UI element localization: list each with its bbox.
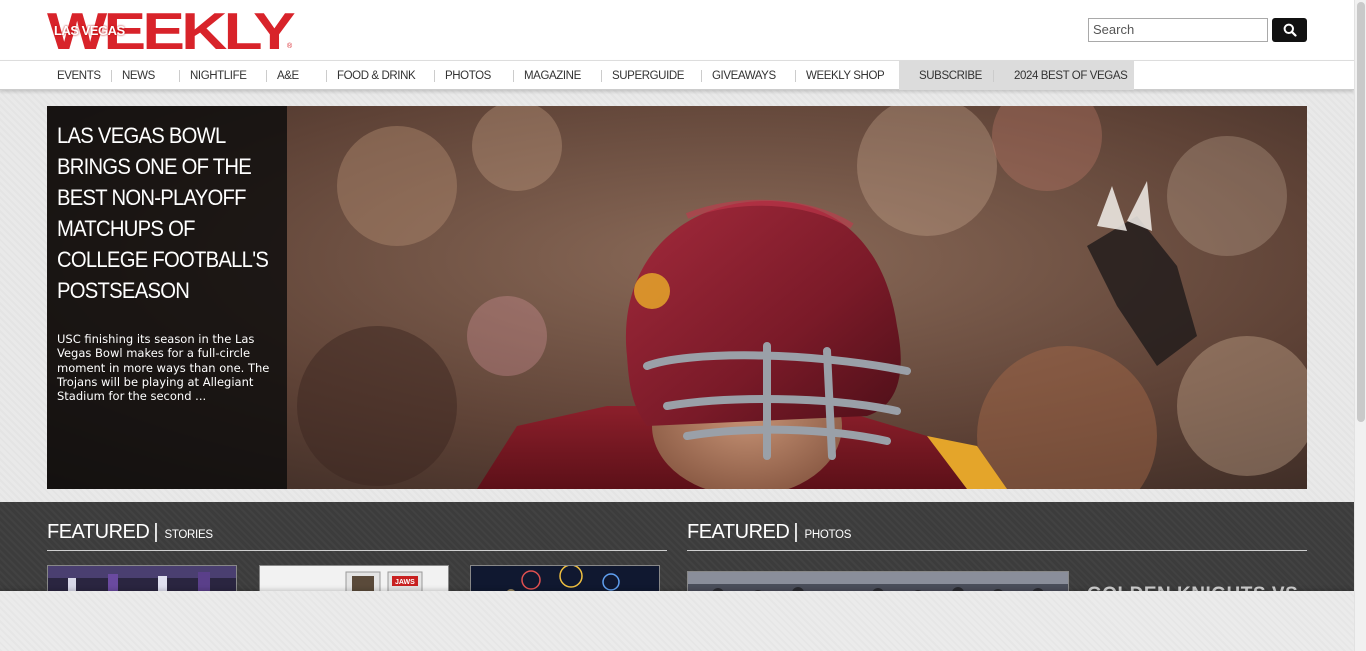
header-divider: | — [153, 521, 159, 543]
hero-feature[interactable]: LAS VEGAS BOWL BRINGS ONE OF THE BEST NO… — [47, 106, 1307, 489]
nav-item-food-drink[interactable]: FOOD & DRINK — [327, 61, 435, 90]
featured-stories-subtitle[interactable]: STORIES — [165, 529, 213, 541]
hero-headline[interactable]: LAS VEGAS BOWL BRINGS ONE OF THE BEST NO… — [57, 120, 269, 306]
nav-item-magazine[interactable]: MAGAZINE — [514, 61, 602, 90]
nav-item-weekly-shop[interactable]: WEEKLY SHOP — [796, 61, 899, 90]
site-logo[interactable]: WEEKLY ® LAS VEGAS — [47, 9, 297, 51]
hero-text-panel: LAS VEGAS BOWL BRINGS ONE OF THE BEST NO… — [47, 106, 287, 489]
nav-item-best-of-vegas[interactable]: 2024 BEST OF VEGAS — [994, 61, 1134, 90]
bottom-ad-bar — [0, 591, 1354, 651]
search-icon — [1283, 23, 1297, 37]
featured-photos-header: FEATURED | PHOTOS — [687, 521, 1307, 551]
nav-item-subscribe[interactable]: SUBSCRIBE — [899, 61, 994, 90]
featured-photos-title: FEATURED — [687, 521, 790, 543]
featured-stories-title: FEATURED — [47, 521, 150, 543]
header-divider: | — [793, 521, 799, 543]
featured-photos-subtitle[interactable]: PHOTOS — [805, 529, 852, 541]
featured-stories-header: FEATURED | STORIES — [47, 521, 667, 551]
svg-text:®: ® — [287, 42, 293, 50]
nav-item-superguide[interactable]: SUPERGUIDE — [602, 61, 702, 90]
nav-item-ae[interactable]: A&E — [267, 61, 327, 90]
nav-list: EVENTS NEWS NIGHTLIFE A&E FOOD & DRINK P… — [47, 61, 1134, 90]
nav-item-events[interactable]: EVENTS — [47, 61, 112, 90]
scrollbar-thumb[interactable] — [1357, 2, 1365, 422]
site-header: WEEKLY ® LAS VEGAS Search — [0, 0, 1366, 60]
nav-item-nightlife[interactable]: NIGHTLIFE — [180, 61, 267, 90]
search-button[interactable] — [1272, 18, 1307, 42]
nav-item-news[interactable]: NEWS — [112, 61, 180, 90]
page-scrollbar[interactable] — [1354, 0, 1366, 651]
hero-summary: USC finishing its season in the Las Vega… — [57, 332, 270, 404]
logo-las-vegas-text: LAS VEGAS — [54, 23, 125, 38]
nav-item-giveaways[interactable]: GIVEAWAYS — [702, 61, 796, 90]
nav-item-photos[interactable]: PHOTOS — [435, 61, 514, 90]
search-input[interactable]: Search — [1088, 18, 1268, 42]
svg-text:JAWS: JAWS — [395, 579, 415, 586]
main-nav: EVENTS NEWS NIGHTLIFE A&E FOOD & DRINK P… — [0, 60, 1354, 90]
